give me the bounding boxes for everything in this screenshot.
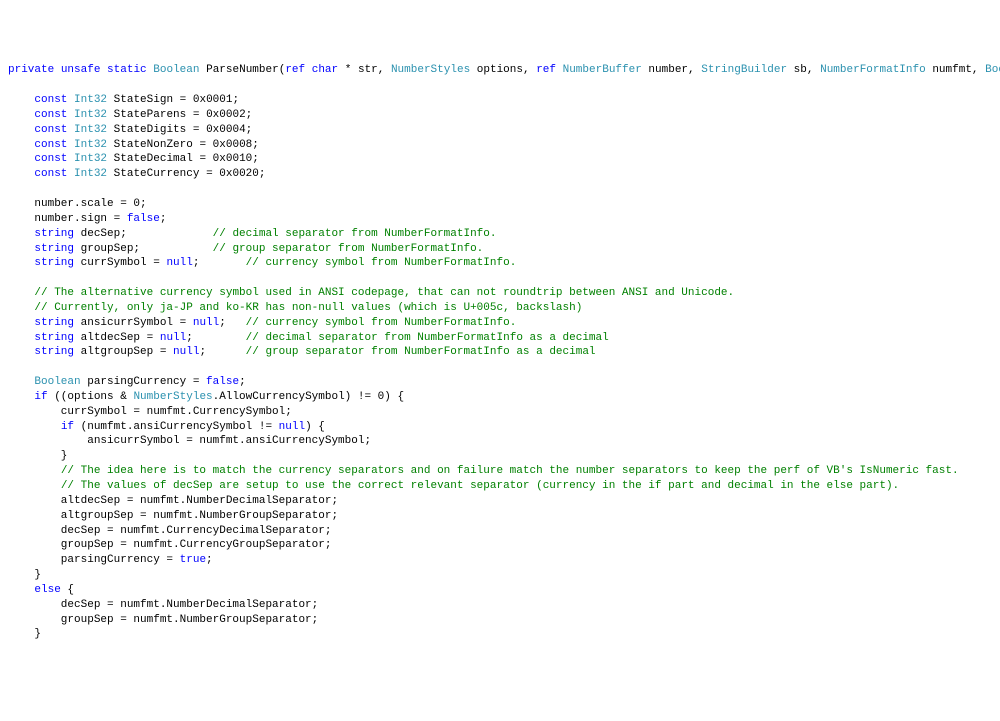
code-line: const Int32 StateDecimal = 0x0010; bbox=[8, 153, 259, 165]
code-line: groupSep = numfmt.CurrencyGroupSeparator… bbox=[8, 539, 331, 551]
code-line: const Int32 StateDigits = 0x0004; bbox=[8, 124, 252, 136]
code-line: // The idea here is to match the currenc… bbox=[8, 465, 959, 477]
code-line: const Int32 StateParens = 0x0002; bbox=[8, 109, 252, 121]
code-line: } bbox=[8, 450, 67, 462]
code-line: const Int32 StateSign = 0x0001; bbox=[8, 94, 239, 106]
code-line: string decSep; // decimal separator from… bbox=[8, 228, 497, 240]
code-line: groupSep = numfmt.NumberGroupSeparator; bbox=[8, 614, 318, 626]
code-line: string altdecSep = null; // decimal sepa… bbox=[8, 332, 609, 344]
code-line: else { bbox=[8, 584, 74, 596]
code-line: string ansicurrSymbol = null; // currenc… bbox=[8, 317, 516, 329]
code-line: // The values of decSep are setup to use… bbox=[8, 480, 899, 492]
code-line: number.sign = false; bbox=[8, 213, 166, 225]
code-line: private unsafe static Boolean ParseNumbe… bbox=[8, 64, 1000, 76]
code-line: const Int32 StateNonZero = 0x0008; bbox=[8, 139, 259, 151]
code-line: decSep = numfmt.NumberDecimalSeparator; bbox=[8, 599, 318, 611]
code-block: private unsafe static Boolean ParseNumbe… bbox=[8, 63, 992, 642]
code-line: altgroupSep = numfmt.NumberGroupSeparato… bbox=[8, 510, 338, 522]
code-line: if ((options & NumberStyles.AllowCurrenc… bbox=[8, 391, 404, 403]
code-line: ansicurrSymbol = numfmt.ansiCurrencySymb… bbox=[8, 435, 371, 447]
code-line: string groupSep; // group separator from… bbox=[8, 243, 483, 255]
code-line: string currSymbol = null; // currency sy… bbox=[8, 257, 516, 269]
code-line: decSep = numfmt.CurrencyDecimalSeparator… bbox=[8, 525, 331, 537]
code-line: altdecSep = numfmt.NumberDecimalSeparato… bbox=[8, 495, 338, 507]
code-line: currSymbol = numfmt.CurrencySymbol; bbox=[8, 406, 292, 418]
code-line: parsingCurrency = true; bbox=[8, 554, 213, 566]
code-line: number.scale = 0; bbox=[8, 198, 147, 210]
code-line: // Currently, only ja-JP and ko-KR has n… bbox=[8, 302, 582, 314]
code-line: if (numfmt.ansiCurrencySymbol != null) { bbox=[8, 421, 325, 433]
code-line: const Int32 StateCurrency = 0x0020; bbox=[8, 168, 265, 180]
code-line: string altgroupSep = null; // group sepa… bbox=[8, 346, 596, 358]
code-line: } bbox=[8, 628, 41, 640]
code-line: Boolean parsingCurrency = false; bbox=[8, 376, 246, 388]
code-line: } bbox=[8, 569, 41, 581]
code-line: // The alternative currency symbol used … bbox=[8, 287, 734, 299]
